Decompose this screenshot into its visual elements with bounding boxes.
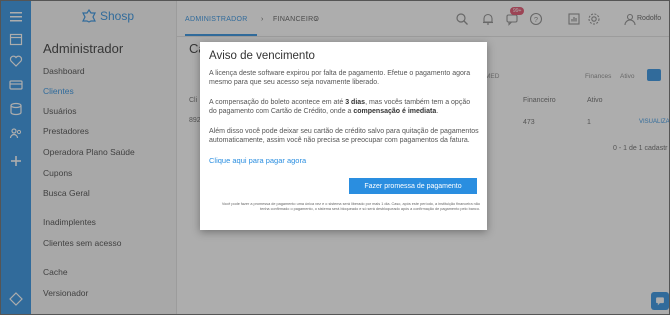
payment-promise-button[interactable]: Fazer promessa de pagamento — [349, 178, 477, 194]
modal-paragraph-card: Além disso você pode deixar seu cartão d… — [209, 128, 479, 145]
modal-paragraph-compensation: A compensação do boleto acontece em até … — [209, 99, 471, 116]
modal-paragraph-license: A licença deste software expirou por fal… — [209, 70, 471, 87]
expiration-modal: Aviso de vencimento A licença deste soft… — [200, 42, 487, 230]
modal-title: Aviso de vencimento — [209, 50, 315, 62]
pay-now-link[interactable]: Clique aqui para pagar agora — [209, 156, 306, 165]
modal-footnote: Você pode fazer a promessa de pagamento … — [221, 202, 480, 211]
app-window: Shosp Administrador Dashboard Clientes U… — [0, 0, 670, 315]
